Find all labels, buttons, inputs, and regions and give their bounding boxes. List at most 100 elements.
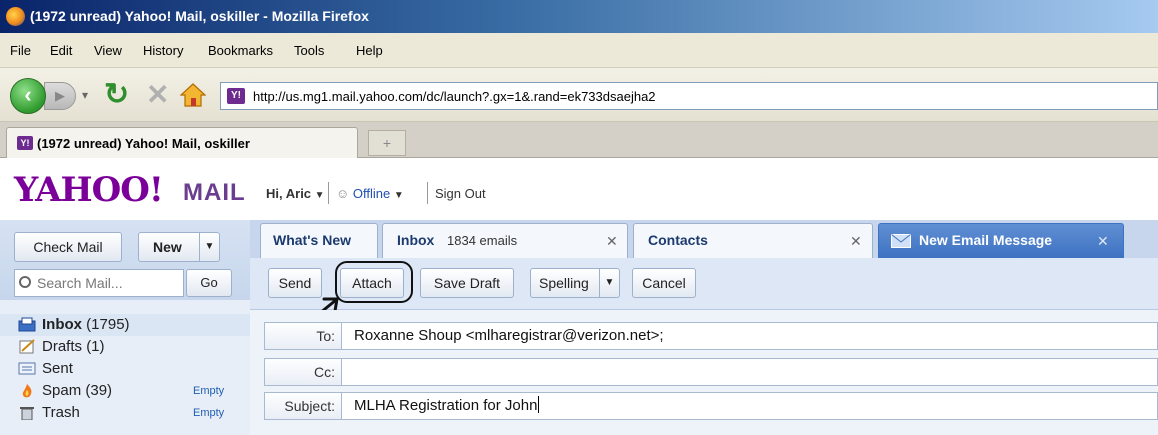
search-placeholder: Search Mail... (37, 275, 123, 291)
new-tab-button[interactable]: + (368, 130, 406, 156)
chevron-down-icon[interactable]: ▼ (199, 233, 219, 261)
tab-label: New Email Message (919, 232, 1053, 248)
drafts-icon (19, 339, 35, 354)
folder-count: (39) (85, 382, 113, 399)
text-caret (538, 396, 540, 413)
to-row: To: Roxanne Shoup <mlharegistrar@verizon… (264, 322, 1158, 350)
cc-field[interactable] (342, 358, 1158, 386)
folder-count: (1795) (86, 316, 130, 333)
cancel-button[interactable]: Cancel (632, 268, 696, 298)
cc-row: Cc: (264, 358, 1158, 386)
back-icon[interactable]: ‹ (10, 78, 46, 114)
folder-inbox[interactable]: Inbox (1795) (0, 314, 250, 336)
subject-label: Subject: (264, 392, 342, 420)
cc-label-button[interactable]: Cc: (264, 358, 342, 386)
history-dropdown-icon[interactable]: ▾ (82, 88, 88, 102)
home-icon[interactable] (180, 82, 206, 108)
spam-icon (22, 384, 32, 398)
trash-icon (20, 407, 34, 420)
mail-tab-bar: What's New Inbox 1834 emails ✕ Contacts … (250, 220, 1158, 258)
folder-count: (1) (86, 338, 105, 355)
tab-detail: 1834 emails (447, 233, 518, 248)
yahoo-logo[interactable]: YAHOO! (14, 170, 164, 210)
tab-label: Contacts (648, 232, 708, 248)
folder-trash[interactable]: Trash Empty (0, 402, 250, 420)
folder-name: Trash (42, 404, 80, 420)
folder-drafts[interactable]: Drafts (1) (0, 336, 250, 358)
subject-text: MLHA Registration for John (354, 397, 538, 414)
mail-logo-text: MAIL (183, 179, 246, 206)
folder-name: Drafts (42, 338, 83, 355)
close-icon[interactable]: ✕ (1097, 233, 1109, 250)
divider (427, 182, 428, 204)
sidebar-actions: Check Mail New ▼ Search Mail... Go (0, 220, 250, 300)
tab-whats-new[interactable]: What's New (260, 223, 378, 258)
tab-new-email-message[interactable]: New Email Message ✕ (878, 223, 1124, 258)
url-bar[interactable]: Y! http://us.mg1.mail.yahoo.com/dc/launc… (220, 82, 1158, 110)
yahoo-favicon: Y! (17, 136, 33, 150)
folder-spam[interactable]: Spam (39) Empty (0, 380, 250, 402)
empty-spam-link[interactable]: Empty (193, 385, 224, 397)
subject-row: Subject: MLHA Registration for John (264, 392, 1158, 420)
menu-history[interactable]: History (143, 43, 183, 58)
greeting-text: Hi, Aric (266, 186, 312, 201)
tab-inbox[interactable]: Inbox 1834 emails ✕ (382, 223, 628, 258)
chevron-down-icon[interactable]: ▼ (599, 269, 619, 297)
browser-tab-yahoo-mail[interactable]: Y! (1972 unread) Yahoo! Mail, oskiller (6, 127, 358, 158)
yahoo-mail-header: YAHOO! MAIL Hi, Aric ▼ ☺ Offline ▼ Sign … (0, 158, 1158, 220)
folder-sent[interactable]: Sent (0, 358, 250, 380)
forward-icon[interactable]: ▶ (44, 82, 76, 110)
menu-bar: File Edit View History Bookmarks Tools H… (0, 33, 1158, 68)
tab-label: What's New (273, 232, 352, 248)
tab-label: Inbox (397, 232, 435, 248)
search-input[interactable]: Search Mail... (14, 269, 184, 297)
status-menu[interactable]: ☺ Offline ▼ (336, 186, 404, 201)
sign-out-link[interactable]: Sign Out (435, 186, 486, 201)
status-smiley-icon: ☺ (336, 186, 350, 201)
to-label-button[interactable]: To: (264, 322, 342, 350)
search-go-button[interactable]: Go (186, 269, 232, 297)
menu-file[interactable]: File (10, 43, 31, 58)
folder-name: Sent (42, 360, 73, 377)
folder-name: Inbox (42, 316, 82, 333)
save-draft-button[interactable]: Save Draft (420, 268, 514, 298)
new-button[interactable]: New ▼ (138, 232, 220, 262)
spelling-label: Spelling (539, 275, 589, 291)
to-field[interactable]: Roxanne Shoup <mlharegistrar@verizon.net… (342, 322, 1158, 350)
window-title-bar: (1972 unread) Yahoo! Mail, oskiller - Mo… (0, 0, 1158, 33)
browser-tab-strip: Y! (1972 unread) Yahoo! Mail, oskiller + (0, 122, 1158, 158)
subject-field[interactable]: MLHA Registration for John (342, 392, 1158, 420)
menu-view[interactable]: View (94, 43, 122, 58)
check-mail-button[interactable]: Check Mail (14, 232, 122, 262)
user-greeting-menu[interactable]: Hi, Aric ▼ (266, 186, 325, 201)
envelope-icon (891, 234, 911, 248)
menu-help[interactable]: Help (356, 43, 383, 58)
status-text: Offline (352, 186, 391, 201)
divider (328, 182, 329, 204)
stop-icon[interactable]: ✕ (146, 80, 169, 110)
menu-bookmarks[interactable]: Bookmarks (208, 43, 273, 58)
menu-edit[interactable]: Edit (50, 43, 72, 58)
chevron-down-icon: ▼ (314, 190, 325, 201)
window-title: (1972 unread) Yahoo! Mail, oskiller - Mo… (30, 8, 369, 24)
url-text: http://us.mg1.mail.yahoo.com/dc/launch?.… (253, 89, 656, 104)
browser-tab-label: (1972 unread) Yahoo! Mail, oskiller (37, 136, 250, 151)
search-icon (19, 276, 31, 288)
navigation-toolbar: ▶ ‹ ▾ ↻ ✕ Y! http://us.mg1.mail.yahoo.co… (0, 68, 1158, 122)
yahoo-favicon: Y! (227, 88, 245, 104)
firefox-icon (6, 7, 25, 26)
folder-name: Spam (42, 382, 82, 399)
close-icon[interactable]: ✕ (606, 233, 618, 250)
empty-trash-link[interactable]: Empty (193, 407, 224, 419)
close-icon[interactable]: ✕ (850, 233, 862, 250)
new-button-label: New (153, 239, 182, 255)
tab-contacts[interactable]: Contacts ✕ (633, 223, 873, 258)
sidebar: Check Mail New ▼ Search Mail... Go Inbox… (0, 220, 250, 435)
chevron-down-icon: ▼ (393, 190, 404, 201)
reload-icon[interactable]: ↻ (104, 80, 129, 110)
spelling-button[interactable]: Spelling ▼ (530, 268, 620, 298)
sent-icon (18, 362, 36, 375)
menu-tools[interactable]: Tools (294, 43, 324, 58)
compose-form: To: Roxanne Shoup <mlharegistrar@verizon… (250, 310, 1158, 435)
inbox-icon (18, 317, 36, 332)
